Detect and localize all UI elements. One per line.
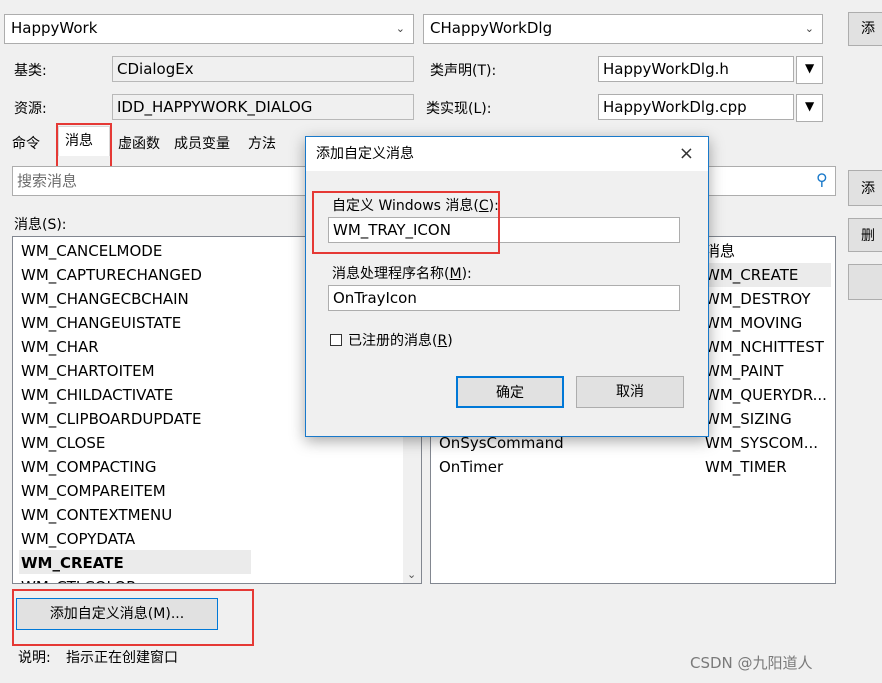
handler-message[interactable]: WM_SYSCOM... bbox=[705, 431, 818, 455]
handler-message[interactable]: WM_MOVING bbox=[705, 311, 802, 335]
class-decl-label: 类声明(T): bbox=[430, 63, 497, 79]
messages-label: 消息(S): bbox=[14, 217, 67, 233]
project-combo-value: HappyWork bbox=[11, 19, 98, 37]
delete-handler-button-label: 删 bbox=[861, 228, 875, 244]
caret-down-icon: ▼ bbox=[805, 61, 815, 75]
list-item[interactable]: WM_CANCELMODE bbox=[21, 239, 162, 263]
top-right-button-label: 添 bbox=[861, 21, 875, 37]
list-item-selected[interactable]: WM_CREATE bbox=[21, 551, 124, 575]
registered-message-label-text: 已注册的消息( bbox=[348, 333, 438, 349]
caret-down-icon: ▼ bbox=[805, 99, 815, 113]
tab-member-variables[interactable]: 成员变量 bbox=[168, 130, 236, 158]
list-item[interactable]: WM_CHAR bbox=[21, 335, 99, 359]
handler-message[interactable]: WM_QUERYDR... bbox=[705, 383, 827, 407]
list-item[interactable]: WM_COMPACTING bbox=[21, 455, 156, 479]
list-item[interactable]: WM_CLIPBOARDUPDATE bbox=[21, 407, 201, 431]
delete-handler-button[interactable]: 删 bbox=[848, 218, 882, 252]
class-impl-field[interactable]: HappyWorkDlg.cpp bbox=[598, 94, 794, 120]
handler-name-input[interactable]: OnTrayIcon bbox=[328, 285, 680, 311]
tab-commands[interactable]: 命令 bbox=[6, 130, 46, 158]
handler-name[interactable]: OnTimer bbox=[439, 455, 503, 479]
handler-message[interactable]: WM_TIMER bbox=[705, 455, 787, 479]
list-item[interactable]: WM_CHILDACTIVATE bbox=[21, 383, 173, 407]
handler-message[interactable]: WM_DESTROY bbox=[705, 287, 811, 311]
ok-button[interactable]: 确定 bbox=[456, 376, 564, 408]
add-button-highlight-box bbox=[12, 589, 254, 646]
list-item[interactable]: WM_CHANGEUISTATE bbox=[21, 311, 181, 335]
resource-field: IDD_HAPPYWORK_DIALOG bbox=[112, 94, 414, 120]
dialog-title: 添加自定义消息 bbox=[316, 146, 414, 162]
list-item[interactable]: WM_CLOSE bbox=[21, 431, 105, 455]
project-combo[interactable]: HappyWork ⌄ bbox=[4, 14, 414, 44]
chevron-down-icon: ⌄ bbox=[395, 22, 405, 35]
handler-name-value: OnTrayIcon bbox=[333, 289, 417, 307]
handler-message[interactable]: WM_SIZING bbox=[705, 407, 792, 431]
search-placeholder: 搜索消息 bbox=[17, 172, 78, 190]
registered-message-label[interactable]: 已注册的消息(R) bbox=[348, 330, 453, 350]
top-right-button[interactable]: 添 bbox=[848, 12, 882, 46]
list-item[interactable]: WM_CHARTOITEM bbox=[21, 359, 155, 383]
cancel-button[interactable]: 取消 bbox=[576, 376, 684, 408]
class-decl-dropdown[interactable]: ▼ bbox=[796, 56, 823, 84]
handler-message[interactable]: WM_NCHITTEST bbox=[705, 335, 824, 359]
list-item[interactable]: WM_COPYDATA bbox=[21, 527, 135, 551]
custom-message-highlight-box bbox=[312, 191, 500, 254]
search-icon[interactable]: ⚲ bbox=[816, 170, 828, 189]
edit-code-button[interactable] bbox=[848, 264, 882, 300]
class-decl-field[interactable]: HappyWorkDlg.h bbox=[598, 56, 794, 82]
add-handler-button-label: 添 bbox=[861, 181, 875, 197]
list-item[interactable]: WM_CTLCOLOR bbox=[21, 575, 137, 583]
handlers-header-message: 消息 bbox=[705, 242, 736, 260]
registered-message-label-key: R bbox=[437, 333, 448, 349]
registered-message-checkbox[interactable] bbox=[330, 334, 342, 346]
class-combo-value: CHappyWorkDlg bbox=[430, 19, 553, 37]
handler-message[interactable]: WM_PAINT bbox=[705, 359, 783, 383]
list-item[interactable]: WM_CAPTURECHANGED bbox=[21, 263, 202, 287]
description-label: 说明: bbox=[18, 650, 51, 666]
add-custom-message-dialog: 添加自定义消息 × 自定义 Windows 消息(C): WM_TRAY_ICO… bbox=[305, 136, 709, 437]
chevron-down-icon: ⌄ bbox=[804, 22, 814, 35]
chevron-down-icon[interactable]: ⌄ bbox=[407, 568, 416, 581]
handler-name-label-text: 消息处理程序名称( bbox=[332, 266, 450, 282]
dialog-titlebar: 添加自定义消息 bbox=[306, 137, 708, 171]
handler-name-label-key: M bbox=[449, 266, 462, 282]
list-item[interactable]: WM_COMPAREITEM bbox=[21, 479, 166, 503]
close-icon[interactable]: × bbox=[679, 143, 694, 164]
base-class-field: CDialogEx bbox=[112, 56, 414, 82]
class-impl-label: 类实现(L): bbox=[426, 101, 492, 117]
base-class-label: 基类: bbox=[14, 63, 47, 79]
add-handler-button[interactable]: 添 bbox=[848, 170, 882, 206]
handler-message[interactable]: WM_CREATE bbox=[705, 263, 798, 287]
class-impl-dropdown[interactable]: ▼ bbox=[796, 94, 823, 122]
registered-message-label-suffix: ) bbox=[447, 333, 453, 349]
handler-name-label: 消息处理程序名称(M): bbox=[332, 263, 472, 283]
list-item[interactable]: WM_CONTEXTMENU bbox=[21, 503, 172, 527]
tab-highlight-box bbox=[56, 123, 112, 169]
watermark: CSDN @九阳道人 bbox=[690, 654, 813, 672]
tab-methods[interactable]: 方法 bbox=[242, 130, 282, 158]
list-item[interactable]: WM_CHANGECBCHAIN bbox=[21, 287, 189, 311]
class-combo[interactable]: CHappyWorkDlg ⌄ bbox=[423, 14, 823, 44]
tab-virtual-functions[interactable]: 虚函数 bbox=[112, 130, 166, 158]
handler-name-label-suffix: ): bbox=[461, 266, 472, 282]
resource-label: 资源: bbox=[14, 101, 47, 117]
description-text: 指示正在创建窗口 bbox=[66, 650, 178, 666]
